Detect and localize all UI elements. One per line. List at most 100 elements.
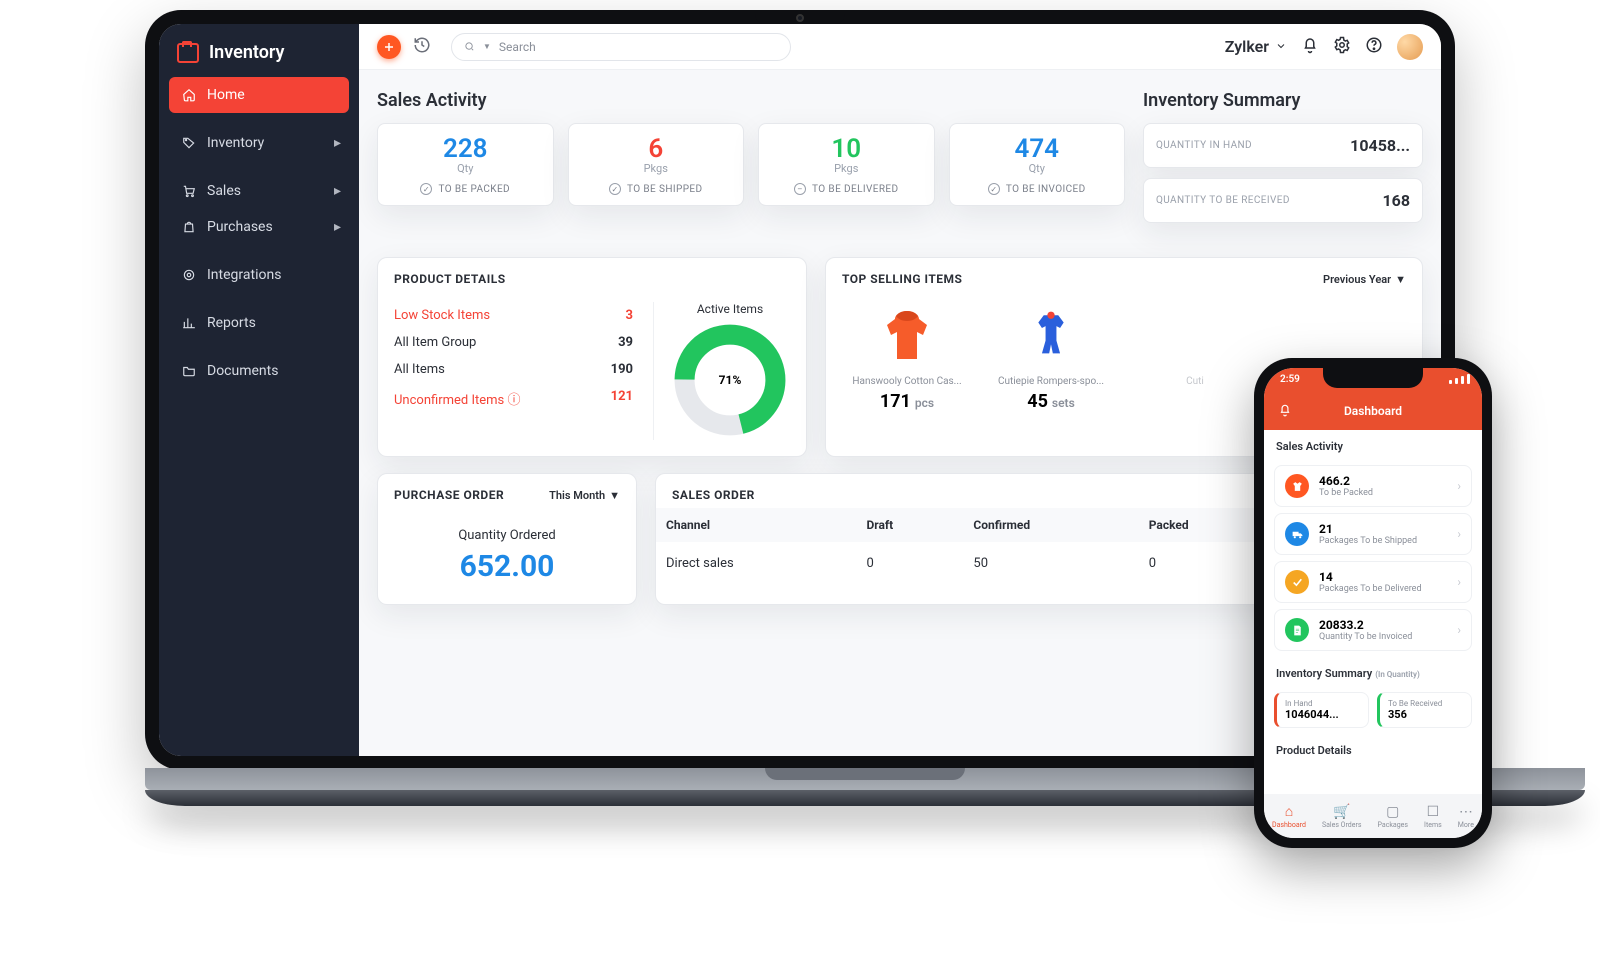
range-dropdown[interactable]: This Month ▼ [549,489,620,502]
history-icon[interactable] [413,36,431,58]
tab-sales-orders[interactable]: 🛒Sales Orders [1322,804,1362,829]
shirt-icon [1285,474,1309,498]
tab-items[interactable]: ☐Items [1424,804,1442,829]
avatar[interactable] [1397,34,1423,60]
chevron-right-icon: ▸ [334,183,341,199]
purchase-order-panel: PURCHASE ORDER This Month ▼ Quantity Ord… [377,473,637,605]
chevron-down-icon [1275,37,1287,56]
sidebar-label: Inventory [207,135,264,151]
stat-to-be-packed[interactable]: 228 Qty ✓TO BE PACKED [377,123,554,206]
truck-icon [1285,522,1309,546]
sidebar-item-home[interactable]: Home [169,77,349,113]
stat-to-be-invoiced[interactable]: 474 Qty ✓TO BE INVOICED [949,123,1126,206]
chevron-right-icon: › [1457,479,1461,493]
cart-icon: 🛒 [1333,804,1350,820]
stat-to-be-delivered[interactable]: 10 Pkgs –TO BE DELIVERED [758,123,935,206]
bag-icon: ☐ [1427,804,1440,820]
chevron-down-icon: ▼ [609,489,620,502]
romper-icon [986,302,1116,372]
folder-icon [181,363,197,379]
mobile-section-inventory: Inventory Summary(In Quantity) [1264,657,1482,686]
check-icon: ✓ [420,183,432,195]
sidebar-label: Sales [207,183,241,199]
sidebar-item-inventory[interactable]: Inventory ▸ [169,125,349,161]
bar-chart-icon [181,315,197,331]
sidebar-label: Reports [207,315,256,331]
sidebar-item-documents[interactable]: Documents [169,353,349,389]
mobile-row-delivered[interactable]: 14Packages To be Delivered › [1274,561,1472,603]
mobile-tbr[interactable]: To Be Received 356 [1377,692,1472,728]
tab-more[interactable]: ⋯More [1458,804,1474,829]
pd-all-items[interactable]: All Items190 [394,356,633,383]
bell-icon[interactable] [1301,36,1319,58]
sales-activity-title: Sales Activity [377,90,1125,111]
mobile-row-shipped[interactable]: 21Packages To be Shipped › [1274,513,1472,555]
sidebar-label: Integrations [207,267,281,283]
sidebar-item-reports[interactable]: Reports [169,305,349,341]
chevron-right-icon: ▸ [334,135,341,151]
tab-packages[interactable]: ▢Packages [1378,804,1408,829]
signal-icon [1449,374,1470,384]
sidebar-label: Purchases [207,219,273,235]
pd-low-stock[interactable]: Low Stock Items3 [394,302,633,329]
top-item-2[interactable]: Cutiepie Rompers-spo... 45sets [986,302,1116,412]
gear-icon[interactable] [1333,36,1351,58]
inv-qty-in-hand[interactable]: QUANTITY IN HAND 10458... [1143,123,1423,168]
mobile-section-product: Product Details [1264,734,1482,763]
brand-icon [177,43,199,63]
bell-icon[interactable] [1278,403,1292,420]
integrations-icon [181,267,197,283]
mobile-section-sales: Sales Activity [1264,430,1482,459]
tab-dashboard[interactable]: ⌂Dashboard [1272,803,1306,829]
more-icon: ⋯ [1459,804,1473,820]
org-switcher[interactable]: Zylker [1225,37,1287,56]
mobile-inhand[interactable]: In Hand 1046044... [1274,692,1369,728]
invoice-icon [1285,618,1309,642]
topbar: ▼ Search Zylker [359,24,1441,70]
org-name: Zylker [1225,37,1269,56]
cart-icon [181,183,197,199]
chevron-down-icon: ▼ [1395,273,1406,286]
top-item-3[interactable]: Cuti [1130,302,1260,412]
add-button[interactable] [377,35,401,59]
chevron-right-icon: › [1457,623,1461,637]
bag-icon [181,219,197,235]
mobile-tabbar: ⌂Dashboard 🛒Sales Orders ▢Packages ☐Item… [1264,794,1482,838]
search-input[interactable]: ▼ Search [451,33,791,61]
mobile-row-invoiced[interactable]: 20833.2Quantity To be Invoiced › [1274,609,1472,651]
sidebar-item-purchases[interactable]: Purchases ▸ [169,209,349,245]
pd-item-group[interactable]: All Item Group39 [394,329,633,356]
chevron-right-icon: ▸ [334,219,341,235]
chevron-right-icon: › [1457,575,1461,589]
chevron-right-icon: › [1457,527,1461,541]
qty-ordered: 652.00 [394,549,620,584]
brand: Inventory [169,38,349,77]
inventory-summary-title: Inventory Summary [1143,90,1423,111]
help-icon[interactable] [1365,36,1383,58]
mobile-row-packed[interactable]: 466.2To be Packed › [1274,465,1472,507]
mobile-title: Dashboard [1344,404,1402,418]
sidebar-label: Documents [207,363,278,379]
inv-qty-to-receive[interactable]: QUANTITY TO BE RECEIVED 168 [1143,178,1423,223]
range-dropdown[interactable]: Previous Year ▼ [1323,273,1406,286]
tag-icon [181,135,197,151]
box-icon: ▢ [1386,804,1399,820]
gauge-icon: ⌂ [1285,803,1293,820]
search-placeholder: Search [499,40,536,54]
minus-icon: – [794,183,806,195]
sidebar-label: Home [207,87,245,103]
brand-title: Inventory [209,42,284,63]
product-details-panel: PRODUCT DETAILS Low Stock Items3 All Ite… [377,257,807,457]
active-items-donut: 71% [670,320,790,440]
check-icon: ✓ [988,183,1000,195]
check-icon: ✓ [609,183,621,195]
sidebar: Inventory Home [159,24,359,756]
top-item-1[interactable]: Hanswooly Cotton Cas... 171pcs [842,302,972,412]
chevron-down-icon: ▼ [483,42,491,51]
stat-to-be-shipped[interactable]: 6 Pkgs ✓TO BE SHIPPED [568,123,745,206]
pd-unconfirmed[interactable]: Unconfirmed Items ⓘ 121 [394,383,633,414]
mobile-device: 2:59 Dashboard Sales Activity 466.2To be… [1254,358,1492,848]
sidebar-item-sales[interactable]: Sales ▸ [169,173,349,209]
mobile-time: 2:59 [1280,374,1300,385]
sidebar-item-integrations[interactable]: Integrations [169,257,349,293]
